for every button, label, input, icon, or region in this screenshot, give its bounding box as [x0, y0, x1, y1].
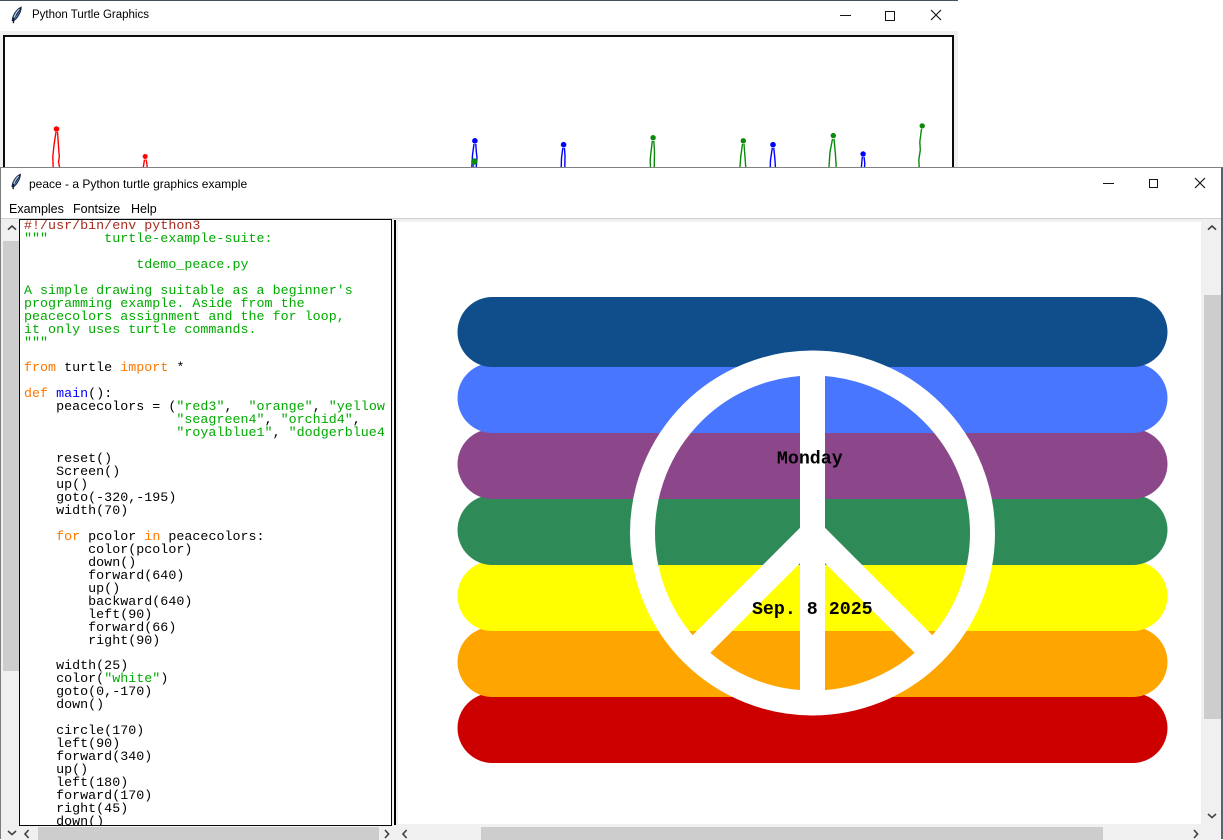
svg-text:Monday: Monday: [777, 450, 843, 470]
svg-text:Sep. 8 2025: Sep. 8 2025: [752, 600, 873, 620]
